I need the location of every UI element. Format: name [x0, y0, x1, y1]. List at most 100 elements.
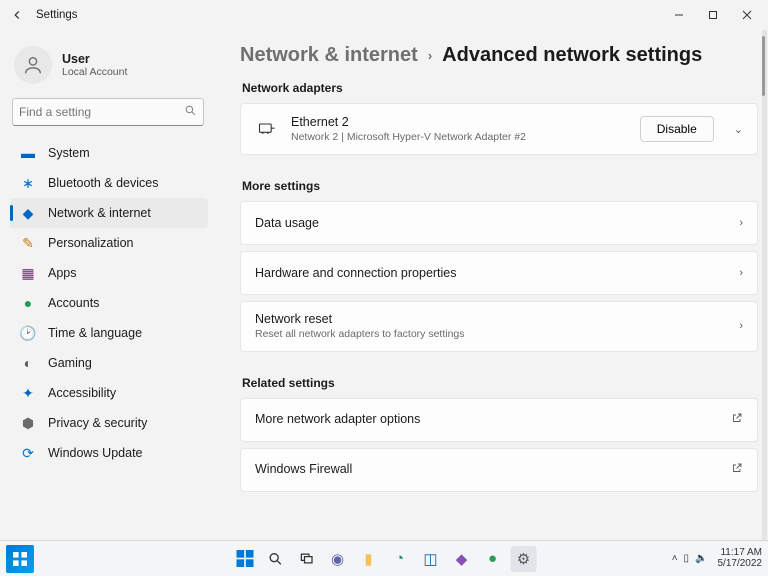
- taskbar-app-chat[interactable]: ◉: [325, 546, 351, 572]
- start-button[interactable]: [232, 546, 258, 572]
- taskbar: ◉ ▮ ◔ ◫ ◆ ● ⚙ ˄ ▯ 🔈 11:17 AM 5/17/2022: [0, 540, 768, 576]
- row-hardware-properties[interactable]: Hardware and connection properties ›: [240, 251, 758, 295]
- sidebar-item-bluetooth[interactable]: ∗ Bluetooth & devices: [10, 168, 208, 198]
- window-title: Settings: [36, 9, 662, 21]
- user-block[interactable]: User Local Account: [10, 38, 208, 98]
- taskbar-app-browser[interactable]: ●: [480, 546, 506, 572]
- minimize-button[interactable]: [662, 2, 696, 28]
- section-heading-more: More settings: [242, 179, 758, 193]
- chevron-right-icon: ›: [428, 48, 432, 63]
- breadcrumb: Network & internet › Advanced network se…: [240, 44, 758, 67]
- sidebar-item-label: Windows Update: [48, 446, 143, 460]
- search-input[interactable]: [19, 105, 184, 119]
- system-tray[interactable]: ˄ ▯ 🔈 11:17 AM 5/17/2022: [672, 548, 762, 569]
- shield-icon: ⬢: [20, 415, 36, 432]
- sidebar-item-label: Bluetooth & devices: [48, 176, 159, 190]
- back-button[interactable]: [4, 2, 30, 28]
- display-icon: ▬: [20, 145, 36, 161]
- sidebar-item-label: Privacy & security: [48, 416, 147, 430]
- row-network-reset[interactable]: Network reset Reset all network adapters…: [240, 301, 758, 352]
- breadcrumb-parent[interactable]: Network & internet: [240, 44, 418, 67]
- taskbar-app-store[interactable]: ◫: [418, 546, 444, 572]
- ethernet-icon: [255, 119, 279, 139]
- section-heading-related: Related settings: [242, 376, 758, 390]
- taskbar-search-button[interactable]: [263, 546, 289, 572]
- sidebar-item-label: Gaming: [48, 356, 92, 370]
- network-tray-icon[interactable]: ▯: [684, 553, 690, 564]
- tray-chevron-icon[interactable]: ˄: [672, 553, 678, 564]
- open-external-icon: [731, 412, 743, 427]
- chevron-right-icon: ›: [739, 320, 743, 332]
- gamepad-icon: ◐: [20, 355, 36, 371]
- row-label: Data usage: [255, 216, 727, 231]
- clock[interactable]: 11:17 AM 5/17/2022: [718, 548, 763, 569]
- sidebar-item-privacy[interactable]: ⬢ Privacy & security: [10, 408, 208, 438]
- sidebar-item-time-language[interactable]: 🕑 Time & language: [10, 318, 208, 348]
- row-sublabel: Reset all network adapters to factory se…: [255, 328, 727, 341]
- search-box[interactable]: [12, 98, 204, 126]
- widgets-button[interactable]: [6, 545, 34, 573]
- clock-date: 5/17/2022: [718, 559, 763, 570]
- wifi-icon: ◆: [20, 205, 36, 222]
- chevron-right-icon: ›: [739, 267, 743, 279]
- taskbar-app-vs[interactable]: ◆: [449, 546, 475, 572]
- title-bar: Settings: [0, 0, 768, 30]
- clock-time: 11:17 AM: [718, 548, 763, 559]
- adapter-subtitle: Network 2 | Microsoft Hyper-V Network Ad…: [291, 131, 628, 144]
- nav-list: ▬ System ∗ Bluetooth & devices ◆ Network & …: [10, 138, 208, 468]
- sidebar-item-apps[interactable]: ▦ Apps: [10, 258, 208, 288]
- taskbar-app-edge[interactable]: ◔: [387, 546, 413, 572]
- row-label: Network reset: [255, 312, 727, 327]
- main-content: Network & internet › Advanced network se…: [214, 30, 768, 540]
- maximize-button[interactable]: [696, 2, 730, 28]
- sidebar-item-accounts[interactable]: ● Accounts: [10, 288, 208, 318]
- update-icon: ⟳: [20, 445, 36, 462]
- adapter-card-ethernet[interactable]: Ethernet 2 Network 2 | Microsoft Hyper-V…: [240, 103, 758, 155]
- row-data-usage[interactable]: Data usage ›: [240, 201, 758, 245]
- row-label: Hardware and connection properties: [255, 266, 727, 281]
- row-more-adapter-options[interactable]: More network adapter options: [240, 398, 758, 442]
- task-view-button[interactable]: [294, 546, 320, 572]
- taskbar-center: ◉ ▮ ◔ ◫ ◆ ● ⚙: [232, 546, 537, 572]
- sidebar-item-label: System: [48, 146, 90, 160]
- sidebar-item-label: Time & language: [48, 326, 142, 340]
- sidebar-item-label: Accessibility: [48, 386, 116, 400]
- apps-icon: ▦: [20, 265, 36, 282]
- section-heading-adapters: Network adapters: [242, 81, 758, 95]
- sidebar-item-label: Network & internet: [48, 206, 151, 220]
- chevron-right-icon: ›: [739, 217, 743, 229]
- scrollbar[interactable]: [762, 30, 767, 540]
- sidebar-item-system[interactable]: ▬ System: [10, 138, 208, 168]
- avatar: [14, 46, 52, 84]
- taskbar-app-settings[interactable]: ⚙: [511, 546, 537, 572]
- sidebar-item-label: Apps: [48, 266, 77, 280]
- brush-icon: ✎: [20, 235, 36, 252]
- sidebar-item-network[interactable]: ◆ Network & internet: [10, 198, 208, 228]
- volume-tray-icon[interactable]: 🔈: [695, 553, 707, 564]
- open-external-icon: [731, 462, 743, 477]
- adapter-title: Ethernet 2: [291, 115, 628, 130]
- row-label: Windows Firewall: [255, 462, 719, 477]
- row-label: More network adapter options: [255, 412, 719, 427]
- user-account-type: Local Account: [62, 66, 127, 78]
- sidebar-item-accessibility[interactable]: ✦ Accessibility: [10, 378, 208, 408]
- scrollbar-thumb[interactable]: [762, 36, 765, 96]
- search-icon: [184, 104, 197, 120]
- taskbar-app-explorer[interactable]: ▮: [356, 546, 382, 572]
- chevron-down-icon[interactable]: ⌄: [734, 123, 743, 136]
- disable-button[interactable]: Disable: [640, 116, 714, 142]
- sidebar-item-windows-update[interactable]: ⟳ Windows Update: [10, 438, 208, 468]
- sidebar: User Local Account ▬ System ∗ Bluetooth & …: [0, 30, 214, 540]
- close-button[interactable]: [730, 2, 764, 28]
- page-title: Advanced network settings: [442, 44, 702, 67]
- sidebar-item-gaming[interactable]: ◐ Gaming: [10, 348, 208, 378]
- accessibility-icon: ✦: [20, 385, 36, 402]
- row-windows-firewall[interactable]: Windows Firewall: [240, 448, 758, 492]
- bluetooth-icon: ∗: [20, 175, 36, 192]
- person-icon: ●: [20, 295, 36, 311]
- clock-icon: 🕑: [20, 325, 36, 342]
- user-name: User: [62, 52, 127, 66]
- sidebar-item-personalization[interactable]: ✎ Personalization: [10, 228, 208, 258]
- sidebar-item-label: Personalization: [48, 236, 133, 250]
- sidebar-item-label: Accounts: [48, 296, 99, 310]
